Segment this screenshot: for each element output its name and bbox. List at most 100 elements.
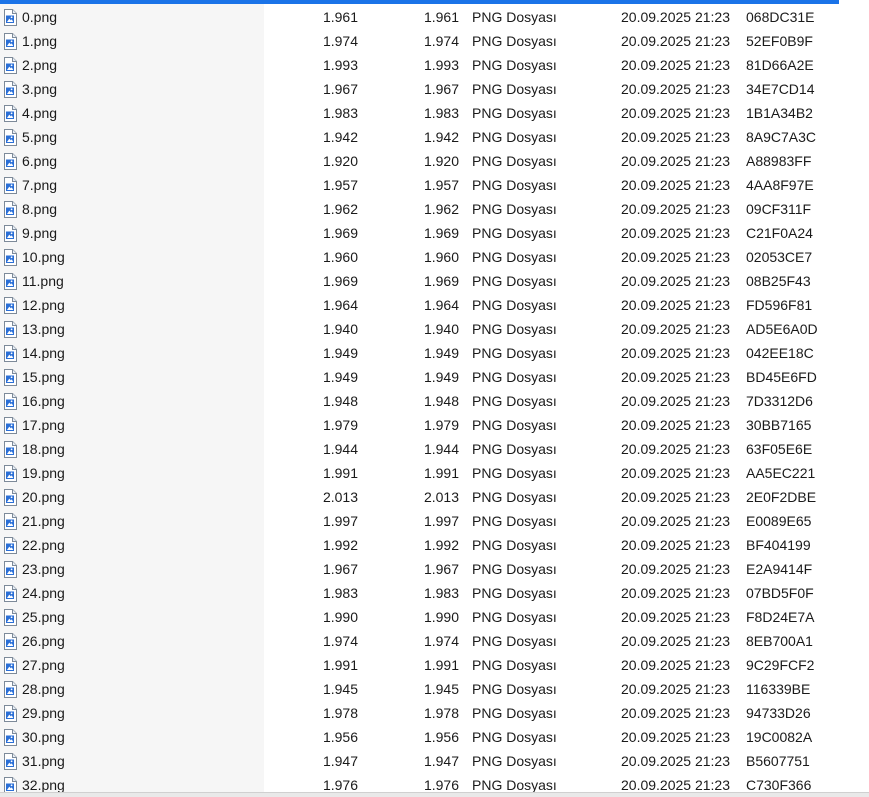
file-crc: 1B1A34B2 — [746, 105, 813, 121]
file-row[interactable]: 25.png 1.990 1.990 PNG Dosyası 20.09.202… — [0, 605, 869, 629]
png-file-icon — [3, 297, 18, 314]
png-file-icon — [3, 153, 18, 170]
file-packed-size: 1.964 — [423, 297, 459, 313]
file-name: 7.png — [22, 177, 58, 193]
file-crc: E0089E65 — [746, 513, 812, 529]
file-row[interactable]: 31.png 1.947 1.947 PNG Dosyası 20.09.202… — [0, 749, 869, 773]
file-row[interactable]: 4.png 1.983 1.983 PNG Dosyası 20.09.2025… — [0, 101, 869, 125]
file-type: PNG Dosyası — [472, 177, 557, 193]
file-crc: F8D24E7A — [746, 609, 815, 625]
file-row[interactable]: 24.png 1.983 1.983 PNG Dosyası 20.09.202… — [0, 581, 869, 605]
file-row[interactable]: 5.png 1.942 1.942 PNG Dosyası 20.09.2025… — [0, 125, 869, 149]
file-row[interactable]: 29.png 1.978 1.978 PNG Dosyası 20.09.202… — [0, 701, 869, 725]
file-row[interactable]: 30.png 1.956 1.956 PNG Dosyası 20.09.202… — [0, 725, 869, 749]
file-packed-size: 1.983 — [423, 105, 459, 121]
file-crc: 042EE18C — [746, 345, 814, 361]
file-row[interactable]: 27.png 1.991 1.991 PNG Dosyası 20.09.202… — [0, 653, 869, 677]
png-file-icon — [3, 345, 18, 362]
file-name: 0.png — [22, 9, 58, 25]
file-modified-date: 20.09.2025 21:23 — [621, 9, 730, 25]
file-row[interactable]: 10.png 1.960 1.960 PNG Dosyası 20.09.202… — [0, 245, 869, 269]
file-name: 16.png — [22, 393, 65, 409]
file-modified-date: 20.09.2025 21:23 — [621, 393, 730, 409]
file-type: PNG Dosyası — [472, 681, 557, 697]
file-crc: 4AA8F97E — [746, 177, 814, 193]
file-modified-date: 20.09.2025 21:23 — [621, 417, 730, 433]
file-size: 1.969 — [322, 273, 358, 289]
file-row[interactable]: 0.png 1.961 1.961 PNG Dosyası 20.09.2025… — [0, 5, 869, 29]
file-type: PNG Dosyası — [472, 561, 557, 577]
file-size: 1.960 — [322, 249, 358, 265]
file-row[interactable]: 3.png 1.967 1.967 PNG Dosyası 20.09.2025… — [0, 77, 869, 101]
file-row[interactable]: 19.png 1.991 1.991 PNG Dosyası 20.09.202… — [0, 461, 869, 485]
file-row[interactable]: 23.png 1.967 1.967 PNG Dosyası 20.09.202… — [0, 557, 869, 581]
file-packed-size: 1.969 — [423, 273, 459, 289]
file-list[interactable]: 0.png 1.961 1.961 PNG Dosyası 20.09.2025… — [0, 5, 869, 797]
file-type: PNG Dosyası — [472, 153, 557, 169]
file-row[interactable]: 7.png 1.957 1.957 PNG Dosyası 20.09.2025… — [0, 173, 869, 197]
file-row[interactable]: 1.png 1.974 1.974 PNG Dosyası 20.09.2025… — [0, 29, 869, 53]
png-file-icon — [3, 393, 18, 410]
file-name: 3.png — [22, 81, 58, 97]
file-row[interactable]: 9.png 1.969 1.969 PNG Dosyası 20.09.2025… — [0, 221, 869, 245]
file-type: PNG Dosyası — [472, 81, 557, 97]
file-row[interactable]: 16.png 1.948 1.948 PNG Dosyası 20.09.202… — [0, 389, 869, 413]
file-modified-date: 20.09.2025 21:23 — [621, 441, 730, 457]
file-crc: 8A9C7A3C — [746, 129, 817, 145]
file-crc: 02053CE7 — [746, 249, 813, 265]
file-modified-date: 20.09.2025 21:23 — [621, 705, 730, 721]
file-row[interactable]: 13.png 1.940 1.940 PNG Dosyası 20.09.202… — [0, 317, 869, 341]
file-modified-date: 20.09.2025 21:23 — [621, 585, 730, 601]
file-row[interactable]: 15.png 1.949 1.949 PNG Dosyası 20.09.202… — [0, 365, 869, 389]
png-file-icon — [3, 273, 18, 290]
file-name: 9.png — [22, 225, 58, 241]
file-name: 4.png — [22, 105, 58, 121]
file-name: 21.png — [22, 513, 65, 529]
file-row[interactable]: 28.png 1.945 1.945 PNG Dosyası 20.09.202… — [0, 677, 869, 701]
file-packed-size: 1.920 — [423, 153, 459, 169]
file-row[interactable]: 2.png 1.993 1.993 PNG Dosyası 20.09.2025… — [0, 53, 869, 77]
file-row[interactable]: 22.png 1.992 1.992 PNG Dosyası 20.09.202… — [0, 533, 869, 557]
file-modified-date: 20.09.2025 21:23 — [621, 489, 730, 505]
file-name: 27.png — [22, 657, 65, 673]
png-file-icon — [3, 633, 18, 650]
file-type: PNG Dosyası — [472, 729, 557, 745]
file-type: PNG Dosyası — [472, 225, 557, 241]
file-packed-size: 1.990 — [423, 609, 459, 625]
file-crc: AD5E6A0D — [746, 321, 818, 337]
file-packed-size: 1.967 — [423, 81, 459, 97]
file-type: PNG Dosyası — [472, 345, 557, 361]
file-row[interactable]: 20.png 2.013 2.013 PNG Dosyası 20.09.202… — [0, 485, 869, 509]
file-modified-date: 20.09.2025 21:23 — [621, 729, 730, 745]
file-name: 14.png — [22, 345, 65, 361]
file-row[interactable]: 14.png 1.949 1.949 PNG Dosyası 20.09.202… — [0, 341, 869, 365]
file-name: 13.png — [22, 321, 65, 337]
file-modified-date: 20.09.2025 21:23 — [621, 561, 730, 577]
file-type: PNG Dosyası — [472, 657, 557, 673]
png-file-icon — [3, 585, 18, 602]
file-size: 1.990 — [322, 609, 358, 625]
file-name: 31.png — [22, 753, 65, 769]
file-row[interactable]: 8.png 1.962 1.962 PNG Dosyası 20.09.2025… — [0, 197, 869, 221]
file-size: 1.967 — [322, 81, 358, 97]
file-modified-date: 20.09.2025 21:23 — [621, 273, 730, 289]
file-row[interactable]: 21.png 1.997 1.997 PNG Dosyası 20.09.202… — [0, 509, 869, 533]
file-type: PNG Dosyası — [472, 33, 557, 49]
file-row[interactable]: 26.png 1.974 1.974 PNG Dosyası 20.09.202… — [0, 629, 869, 653]
file-modified-date: 20.09.2025 21:23 — [621, 57, 730, 73]
file-crc: C21F0A24 — [746, 225, 813, 241]
file-size: 1.991 — [322, 465, 358, 481]
file-row[interactable]: 18.png 1.944 1.944 PNG Dosyası 20.09.202… — [0, 437, 869, 461]
file-row[interactable]: 11.png 1.969 1.969 PNG Dosyası 20.09.202… — [0, 269, 869, 293]
file-name: 25.png — [22, 609, 65, 625]
file-size: 1.983 — [322, 585, 358, 601]
file-size: 1.945 — [322, 681, 358, 697]
file-packed-size: 1.997 — [423, 513, 459, 529]
file-type: PNG Dosyası — [472, 321, 557, 337]
file-row[interactable]: 6.png 1.920 1.920 PNG Dosyası 20.09.2025… — [0, 149, 869, 173]
file-row[interactable]: 17.png 1.979 1.979 PNG Dosyası 20.09.202… — [0, 413, 869, 437]
file-size: 1.942 — [322, 129, 358, 145]
file-crc: BD45E6FD — [746, 369, 817, 385]
file-row[interactable]: 12.png 1.964 1.964 PNG Dosyası 20.09.202… — [0, 293, 869, 317]
file-crc: 2E0F2DBE — [746, 489, 817, 505]
